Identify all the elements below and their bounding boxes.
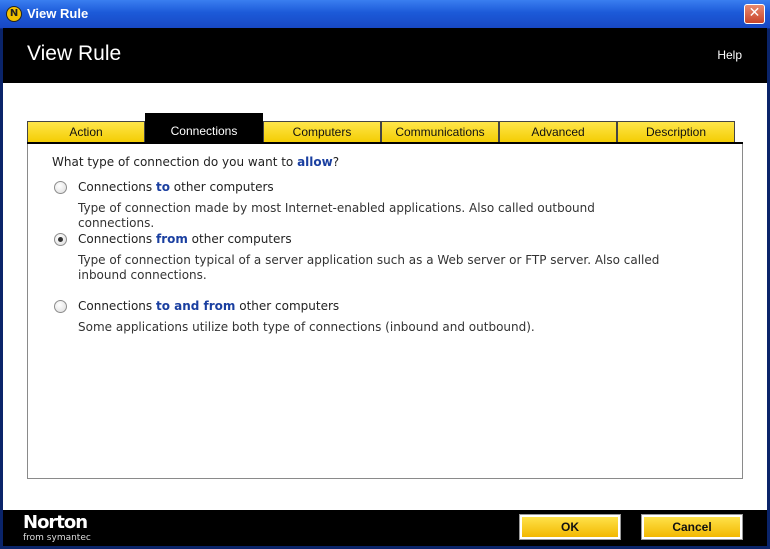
radio-outbound[interactable] [54, 181, 67, 194]
page-title: View Rule [27, 42, 122, 65]
option-inbound-description: Type of connection typical of a server a… [78, 253, 660, 282]
brand-name: Norton [23, 512, 88, 533]
option-outbound-label[interactable]: Connections to other computers [78, 180, 274, 194]
help-link[interactable]: Help [717, 48, 742, 62]
option-inbound-label[interactable]: Connections from other computers [78, 232, 292, 246]
tab-advanced[interactable]: Advanced [499, 121, 617, 143]
tab-computers[interactable]: Computers [263, 121, 381, 143]
radio-inbound[interactable] [54, 233, 67, 246]
option-outbound-description: Type of connection made by most Internet… [78, 201, 595, 230]
option-label-keyword: to and from [155, 299, 236, 313]
option-label-prefix: Connections [78, 299, 156, 313]
option-label-prefix: Connections [78, 180, 156, 194]
tab-connections[interactable]: Connections [145, 113, 263, 144]
main-area: Action Connections Computers Communicati… [3, 83, 767, 510]
norton-logo: Norton from symantec [23, 513, 91, 544]
option-label-prefix: Connections [78, 232, 156, 246]
option-label-suffix: other computers [169, 180, 274, 194]
option-label-keyword: to [155, 180, 170, 194]
radio-both[interactable] [54, 300, 67, 313]
question-keyword: allow [297, 155, 333, 169]
footer: Norton from symantec OK Cancel [3, 510, 767, 546]
option-both-description: Some applications utilize both type of c… [78, 320, 535, 334]
connection-question: What type of connection do you want to a… [52, 155, 339, 169]
option-label-suffix: other computers [187, 232, 292, 246]
title-bar: N View Rule ✕ [0, 0, 770, 29]
brand-subtitle: from symantec [23, 533, 91, 543]
option-both-label[interactable]: Connections to and from other computers [78, 299, 339, 313]
tab-action[interactable]: Action [27, 121, 145, 143]
header: View Rule Help [3, 28, 767, 83]
norton-app-icon: N [6, 6, 22, 22]
option-label-suffix: other computers [235, 299, 340, 313]
connections-panel: What type of connection do you want to a… [27, 144, 743, 479]
question-prefix: What type of connection do you want to [52, 155, 298, 169]
question-suffix: ? [332, 155, 340, 169]
tab-description[interactable]: Description [617, 121, 735, 143]
close-button[interactable]: ✕ [744, 4, 765, 24]
ok-button[interactable]: OK [519, 514, 621, 540]
cancel-button[interactable]: Cancel [641, 514, 743, 540]
tab-bar: Action Connections Computers Communicati… [27, 113, 739, 144]
window-title: View Rule [27, 6, 89, 21]
tab-communications[interactable]: Communications [381, 121, 499, 143]
option-label-keyword: from [155, 232, 188, 246]
